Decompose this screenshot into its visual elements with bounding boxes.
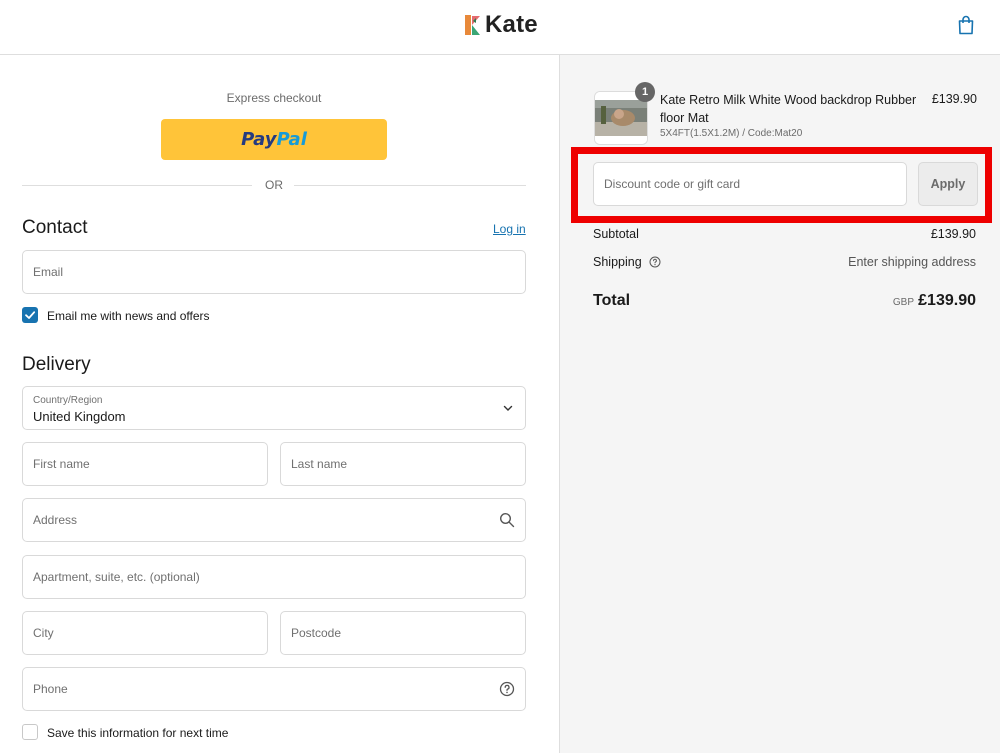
phone-field[interactable]: Phone (22, 667, 526, 711)
first-name-placeholder: First name (33, 457, 90, 471)
product-price: £139.90 (931, 92, 977, 106)
quantity-badge: 1 (635, 82, 655, 102)
subtotal-value: £139.90 (930, 227, 976, 241)
order-summary: 1 Kate Retro Milk White Wood backdrop Ru… (559, 55, 1000, 753)
apply-discount-button[interactable]: Apply (918, 162, 978, 206)
logo-text: Kate (485, 11, 538, 38)
kate-logo-mark-icon (465, 15, 480, 35)
total-label: Total (593, 292, 631, 309)
checkmark-icon (25, 311, 36, 319)
email-placeholder: Email (33, 265, 64, 279)
city-placeholder: City (33, 626, 54, 640)
product-variant: 5X4FT(1.5X1.2M) / Code:Mat20 (660, 128, 803, 139)
save-info-label: Save this information for next time (47, 726, 229, 740)
address-placeholder: Address (33, 513, 78, 527)
address-field[interactable]: Address (22, 498, 526, 542)
paypal-logo-part1: Pay (241, 129, 277, 150)
kate-logo[interactable]: Kate (463, 11, 538, 38)
phone-placeholder: Phone (33, 682, 68, 696)
contact-heading: Contact (22, 217, 88, 238)
shipping-label: Shipping (593, 255, 642, 269)
country-value: United Kingdom (33, 409, 126, 424)
last-name-placeholder: Last name (291, 457, 348, 471)
login-link[interactable]: Log in (493, 222, 526, 236)
country-label: Country/Region (33, 395, 103, 406)
last-name-field[interactable]: Last name (280, 442, 526, 486)
newsletter-label: Email me with news and offers (47, 309, 210, 323)
postcode-field[interactable]: Postcode (280, 611, 526, 655)
delivery-heading: Delivery (22, 354, 91, 375)
search-icon[interactable] (499, 512, 515, 528)
or-divider: OR (22, 177, 526, 193)
newsletter-checkbox[interactable] (22, 307, 38, 323)
apartment-field[interactable]: Apartment, suite, etc. (optional) (22, 555, 526, 599)
shipping-row-label: Shipping (593, 255, 661, 269)
paypal-button[interactable]: Pay Pal (161, 119, 387, 160)
chevron-down-icon (503, 405, 513, 411)
save-info-checkbox[interactable] (22, 724, 38, 740)
product-title: Kate Retro Milk White Wood backdrop Rubb… (660, 93, 917, 125)
shipping-info-icon[interactable] (649, 256, 661, 268)
express-checkout-label: Express checkout (226, 91, 322, 105)
total-currency: GBP (892, 297, 914, 308)
or-text: OR (265, 178, 283, 192)
first-name-field[interactable]: First name (22, 442, 268, 486)
shipping-value: Enter shipping address (848, 255, 976, 269)
checkout-header: Kate (0, 0, 1000, 55)
paypal-logo-part2: Pal (276, 129, 307, 150)
email-field[interactable]: Email (22, 250, 526, 294)
discount-code-input[interactable]: Discount code or gift card (593, 162, 907, 206)
country-select[interactable]: Country/Region United Kingdom (22, 386, 526, 430)
subtotal-label: Subtotal (593, 227, 639, 241)
discount-placeholder: Discount code or gift card (604, 177, 741, 191)
help-circle-icon[interactable] (499, 681, 515, 697)
checkout-form-column: Express checkout Pay Pal OR Contact Log i… (0, 55, 559, 753)
postcode-placeholder: Postcode (291, 626, 342, 640)
city-field[interactable]: City (22, 611, 268, 655)
shopping-bag-icon[interactable] (957, 15, 975, 35)
total-amount: £139.90 (918, 292, 976, 309)
apartment-placeholder: Apartment, suite, etc. (optional) (33, 570, 200, 584)
